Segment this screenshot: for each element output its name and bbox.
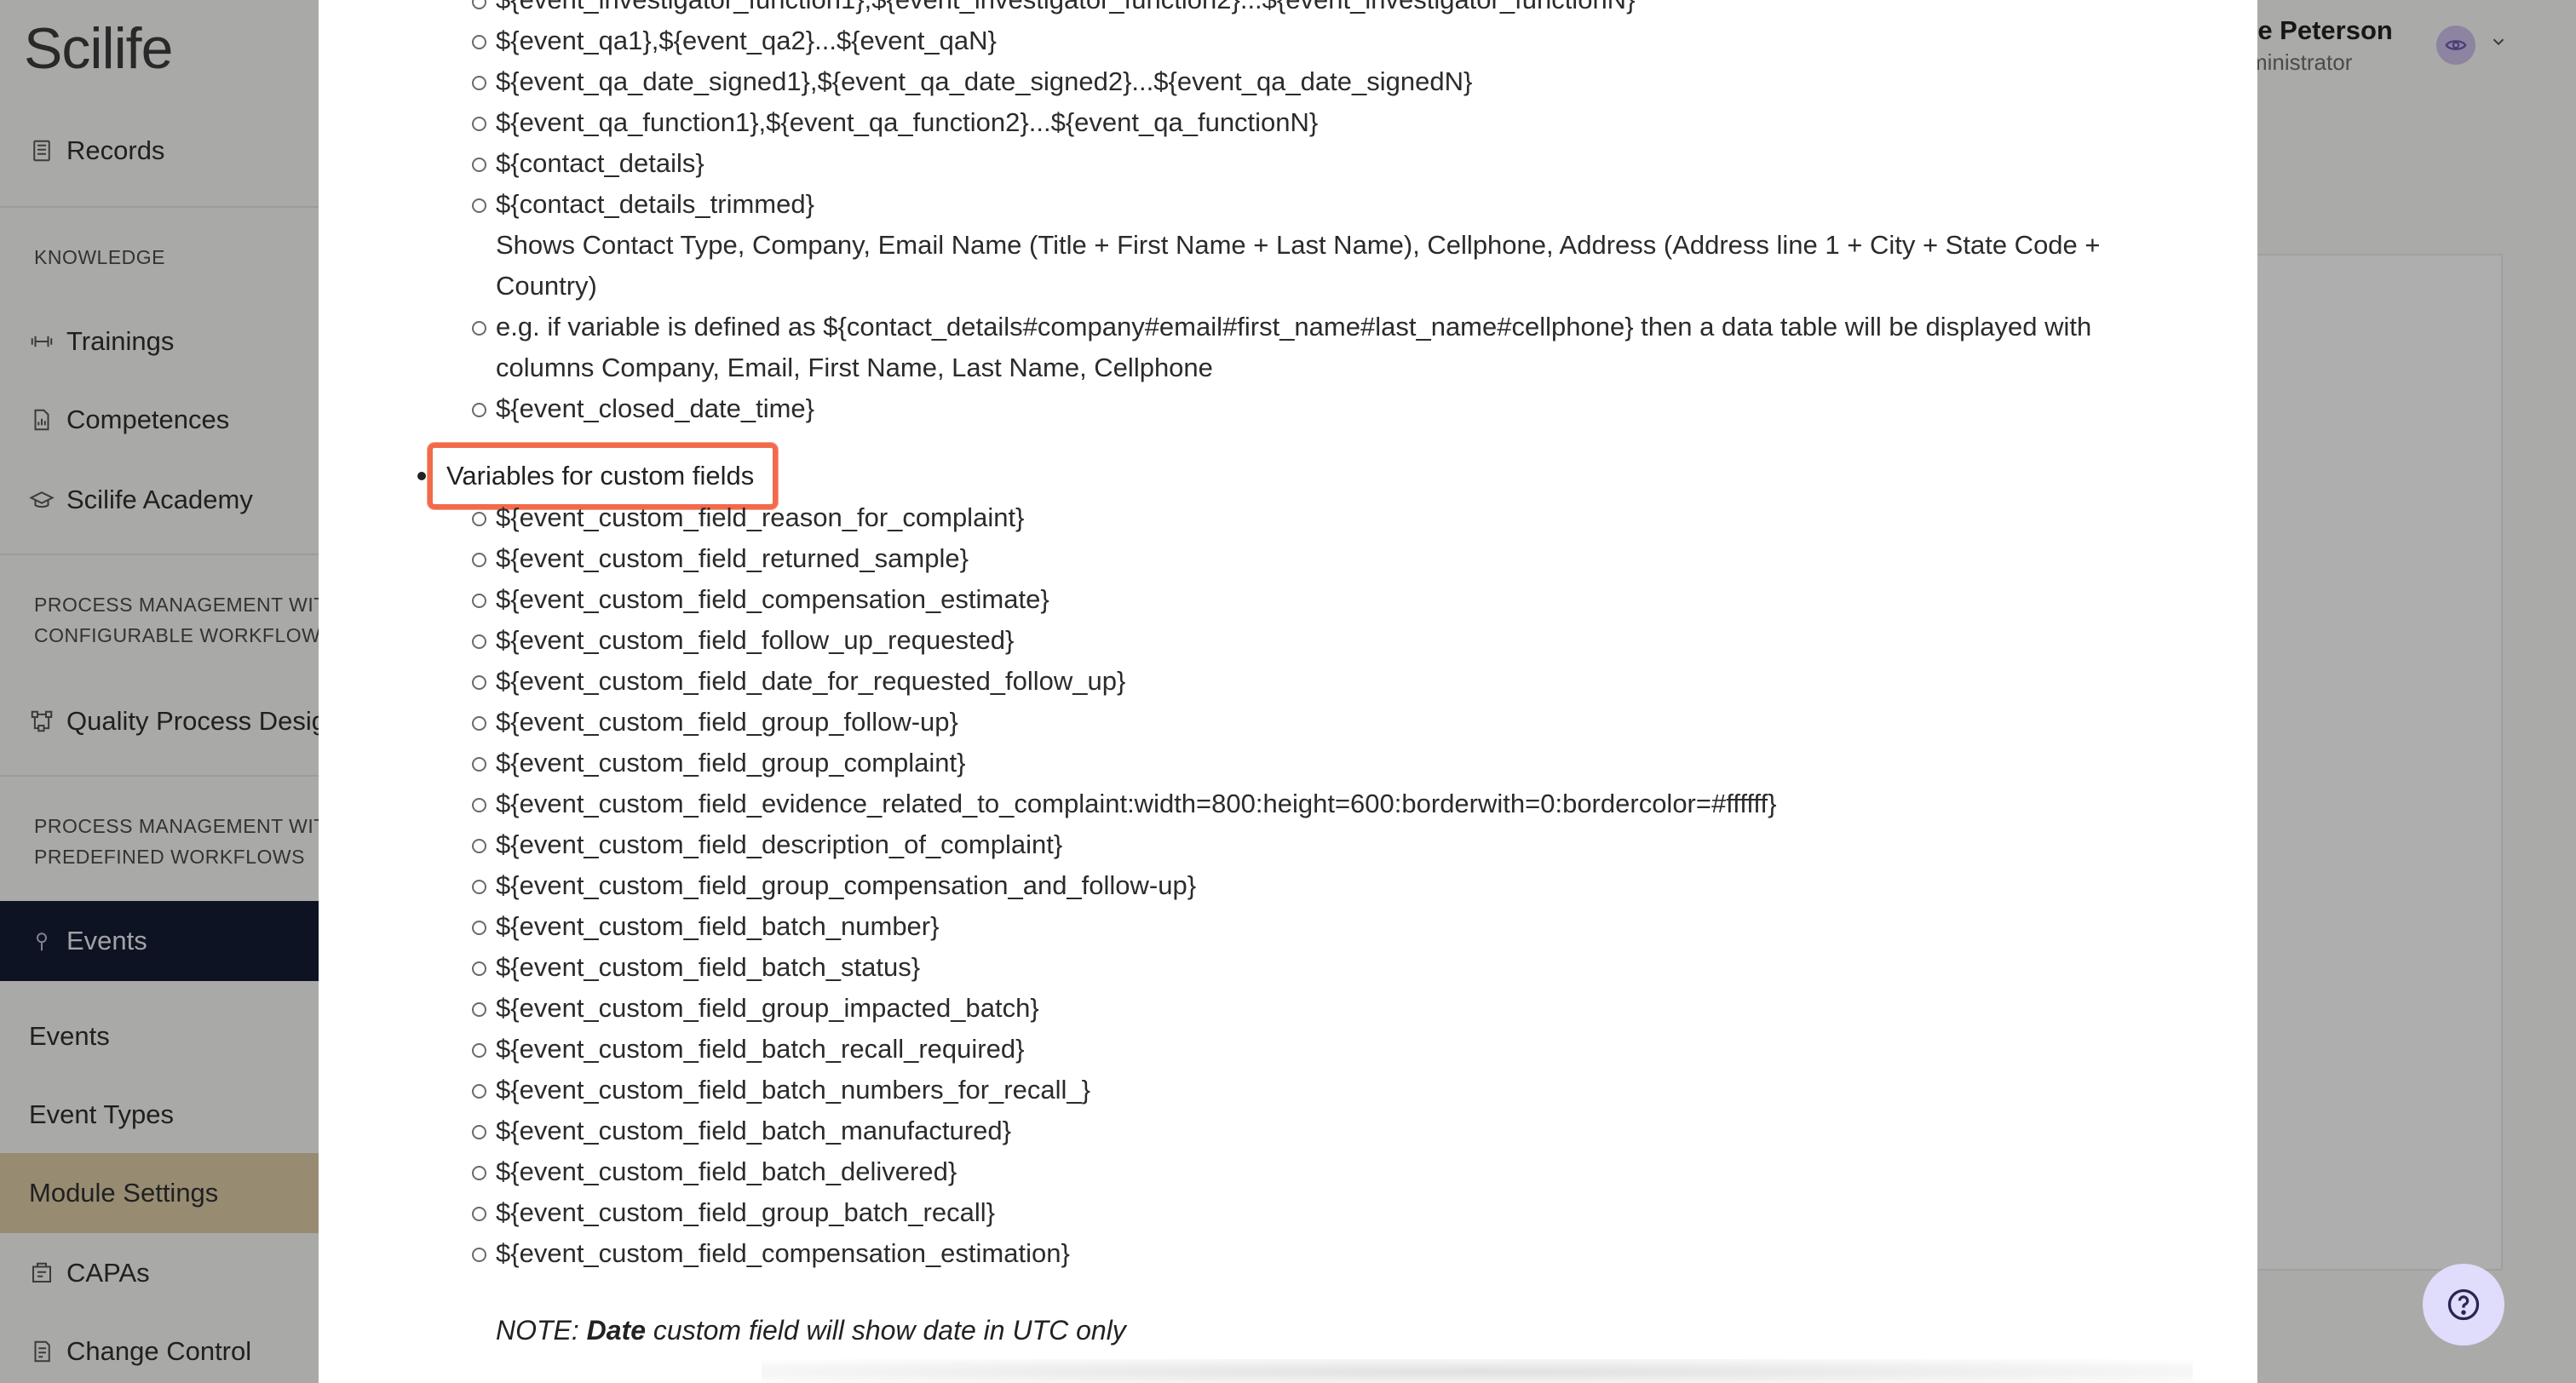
contact-details-example: e.g. if variable is defined as ${contact… bbox=[496, 312, 2092, 382]
list-bullet bbox=[472, 1002, 486, 1017]
list-bullet bbox=[417, 472, 426, 480]
list-bullet bbox=[472, 321, 486, 336]
list-bullet bbox=[472, 1207, 486, 1221]
list-bullet bbox=[472, 1248, 486, 1262]
note-text: NOTE: Date custom field will show date i… bbox=[496, 1315, 1126, 1346]
list-bullet bbox=[472, 839, 486, 853]
question-circle-icon bbox=[2447, 1288, 2480, 1321]
list-bullet bbox=[472, 880, 486, 894]
note-suffix: custom field will show date in UTC only bbox=[646, 1315, 1126, 1346]
custom-field-item: ${event_custom_field_date_for_requested_… bbox=[496, 666, 1126, 696]
variables-help-modal: ${event_investigator_function1},${event_… bbox=[319, 0, 2257, 1383]
custom-field-item: ${event_custom_field_group_compensation_… bbox=[496, 870, 1197, 900]
list-bullet bbox=[472, 512, 486, 526]
list-bullet bbox=[472, 35, 486, 49]
contact-details-trimmed-description: Shows Contact Type, Company, Email Name … bbox=[496, 230, 2101, 301]
list-bullet bbox=[472, 716, 486, 731]
list-bullet bbox=[472, 1125, 486, 1139]
custom-field-item: ${event_custom_field_group_impacted_batc… bbox=[496, 993, 1039, 1023]
list-bullet bbox=[472, 961, 486, 976]
custom-field-item: ${event_custom_field_group_complaint} bbox=[496, 748, 966, 778]
list-item: ${event_investigator_function1},${event_… bbox=[496, 0, 1635, 20]
list-bullet bbox=[472, 798, 486, 812]
list-bullet bbox=[472, 76, 486, 90]
list-bullet bbox=[472, 403, 486, 417]
list-bullet bbox=[472, 594, 486, 608]
list-item: ${event_qa1},${event_qa2}...${event_qaN} bbox=[496, 26, 997, 55]
list-item: ${contact_details} bbox=[496, 148, 704, 178]
list-bullet bbox=[472, 1166, 486, 1180]
custom-field-item: ${event_custom_field_batch_recall_requir… bbox=[496, 1034, 1025, 1064]
custom-field-item: ${event_custom_field_batch_manufactured} bbox=[496, 1116, 1011, 1145]
list-bullet bbox=[472, 634, 486, 649]
list-bullet bbox=[472, 158, 486, 172]
note-bold: Date bbox=[586, 1315, 647, 1346]
custom-field-item: ${event_custom_field_follow_up_requested… bbox=[496, 625, 1015, 655]
custom-field-item: ${event_custom_field_batch_status} bbox=[496, 952, 921, 982]
custom-field-item: ${event_custom_field_batch_delivered} bbox=[496, 1156, 957, 1186]
help-button[interactable] bbox=[2423, 1264, 2504, 1346]
custom-field-item: ${event_custom_field_description_of_comp… bbox=[496, 829, 1063, 859]
list-bullet bbox=[472, 1043, 486, 1058]
list-bullet bbox=[472, 1084, 486, 1099]
list-item: ${event_qa_date_signed1},${event_qa_date… bbox=[496, 66, 1473, 96]
custom-field-item: ${event_custom_field_group_batch_recall} bbox=[496, 1197, 995, 1227]
custom-field-item: ${event_custom_field_batch_number} bbox=[496, 911, 940, 941]
list-bullet bbox=[472, 921, 486, 935]
list-bullet bbox=[472, 553, 486, 567]
custom-field-item: ${event_custom_field_compensation_estima… bbox=[496, 584, 1049, 614]
custom-field-item: ${event_custom_field_evidence_related_to… bbox=[496, 789, 1777, 818]
custom-field-item: ${event_custom_field_group_follow-up} bbox=[496, 707, 958, 737]
list-item: ${contact_details_trimmed} bbox=[496, 189, 814, 219]
list-item: ${event_qa_function1},${event_qa_functio… bbox=[496, 107, 1319, 137]
list-bullet bbox=[472, 675, 486, 690]
list-item: ${event_closed_date_time} bbox=[496, 393, 815, 423]
list-bullet bbox=[472, 0, 486, 9]
note-prefix: NOTE: bbox=[496, 1315, 587, 1346]
list-bullet bbox=[472, 757, 486, 772]
custom-field-item: ${event_custom_field_returned_sample} bbox=[496, 543, 969, 573]
list-bullet bbox=[472, 198, 486, 213]
custom-field-item: ${event_custom_field_compensation_estima… bbox=[496, 1238, 1070, 1268]
custom-field-item: ${event_custom_field_batch_numbers_for_r… bbox=[496, 1075, 1090, 1105]
list-bullet bbox=[472, 117, 486, 131]
scroll-shadow bbox=[762, 1359, 2193, 1383]
custom-field-item: ${event_custom_field_reason_for_complain… bbox=[496, 502, 1025, 532]
